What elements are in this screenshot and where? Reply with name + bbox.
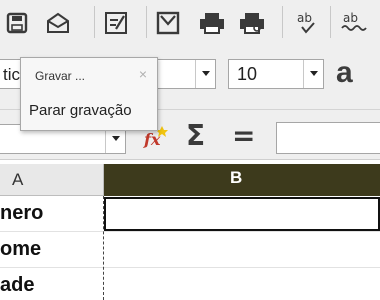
font-size-value: 10 <box>237 64 258 84</box>
table-row: ade <box>0 268 380 300</box>
save-icon[interactable] <box>4 8 30 38</box>
email-icon[interactable] <box>44 8 72 38</box>
cell-value: ade <box>0 274 35 296</box>
column-header-b[interactable]: B <box>104 164 380 196</box>
column-header-label: A <box>12 170 24 189</box>
font-size-combobox[interactable]: 10 <box>228 59 324 89</box>
cell-value: ome <box>0 238 42 260</box>
print-icon[interactable] <box>196 8 228 38</box>
print-preview-icon[interactable] <box>236 8 268 38</box>
formula-input[interactable] <box>276 122 380 154</box>
popup-title: Gravar ... <box>35 69 86 83</box>
spelling-icon[interactable]: ab <box>292 8 324 38</box>
stop-recording-button[interactable]: Parar gravação <box>29 102 132 119</box>
cell-a[interactable]: ade <box>0 268 104 300</box>
cell-a[interactable]: ome <box>0 232 104 268</box>
svg-text:ab: ab <box>297 11 312 25</box>
chevron-down-icon[interactable] <box>303 60 323 88</box>
edit-mode-icon[interactable] <box>102 8 130 38</box>
auto-spellcheck-icon[interactable]: ab <box>336 8 372 38</box>
column-headers: A B <box>0 164 380 196</box>
svg-text:ab: ab <box>343 11 358 25</box>
bold-icon[interactable]: a <box>336 56 353 90</box>
chevron-down-icon[interactable] <box>195 60 215 88</box>
record-macro-toolbar: Gravar ... × Parar gravação <box>20 57 158 131</box>
svg-text:fx: fx <box>143 130 161 149</box>
formula-icon[interactable]: = <box>232 119 255 152</box>
cell-a[interactable]: nero <box>0 196 104 232</box>
active-cell-b[interactable] <box>104 197 380 231</box>
export-pdf-icon[interactable] <box>154 8 182 38</box>
standard-toolbar: ab ab <box>0 0 380 44</box>
sum-icon[interactable]: Σ <box>186 119 205 152</box>
close-icon[interactable]: × <box>139 66 147 82</box>
column-header-label: B <box>230 168 243 187</box>
cell-value: nero <box>0 202 44 224</box>
column-header-a[interactable]: A <box>0 164 104 196</box>
font-name-value: tic <box>3 65 20 84</box>
table-row: ome <box>0 232 380 268</box>
